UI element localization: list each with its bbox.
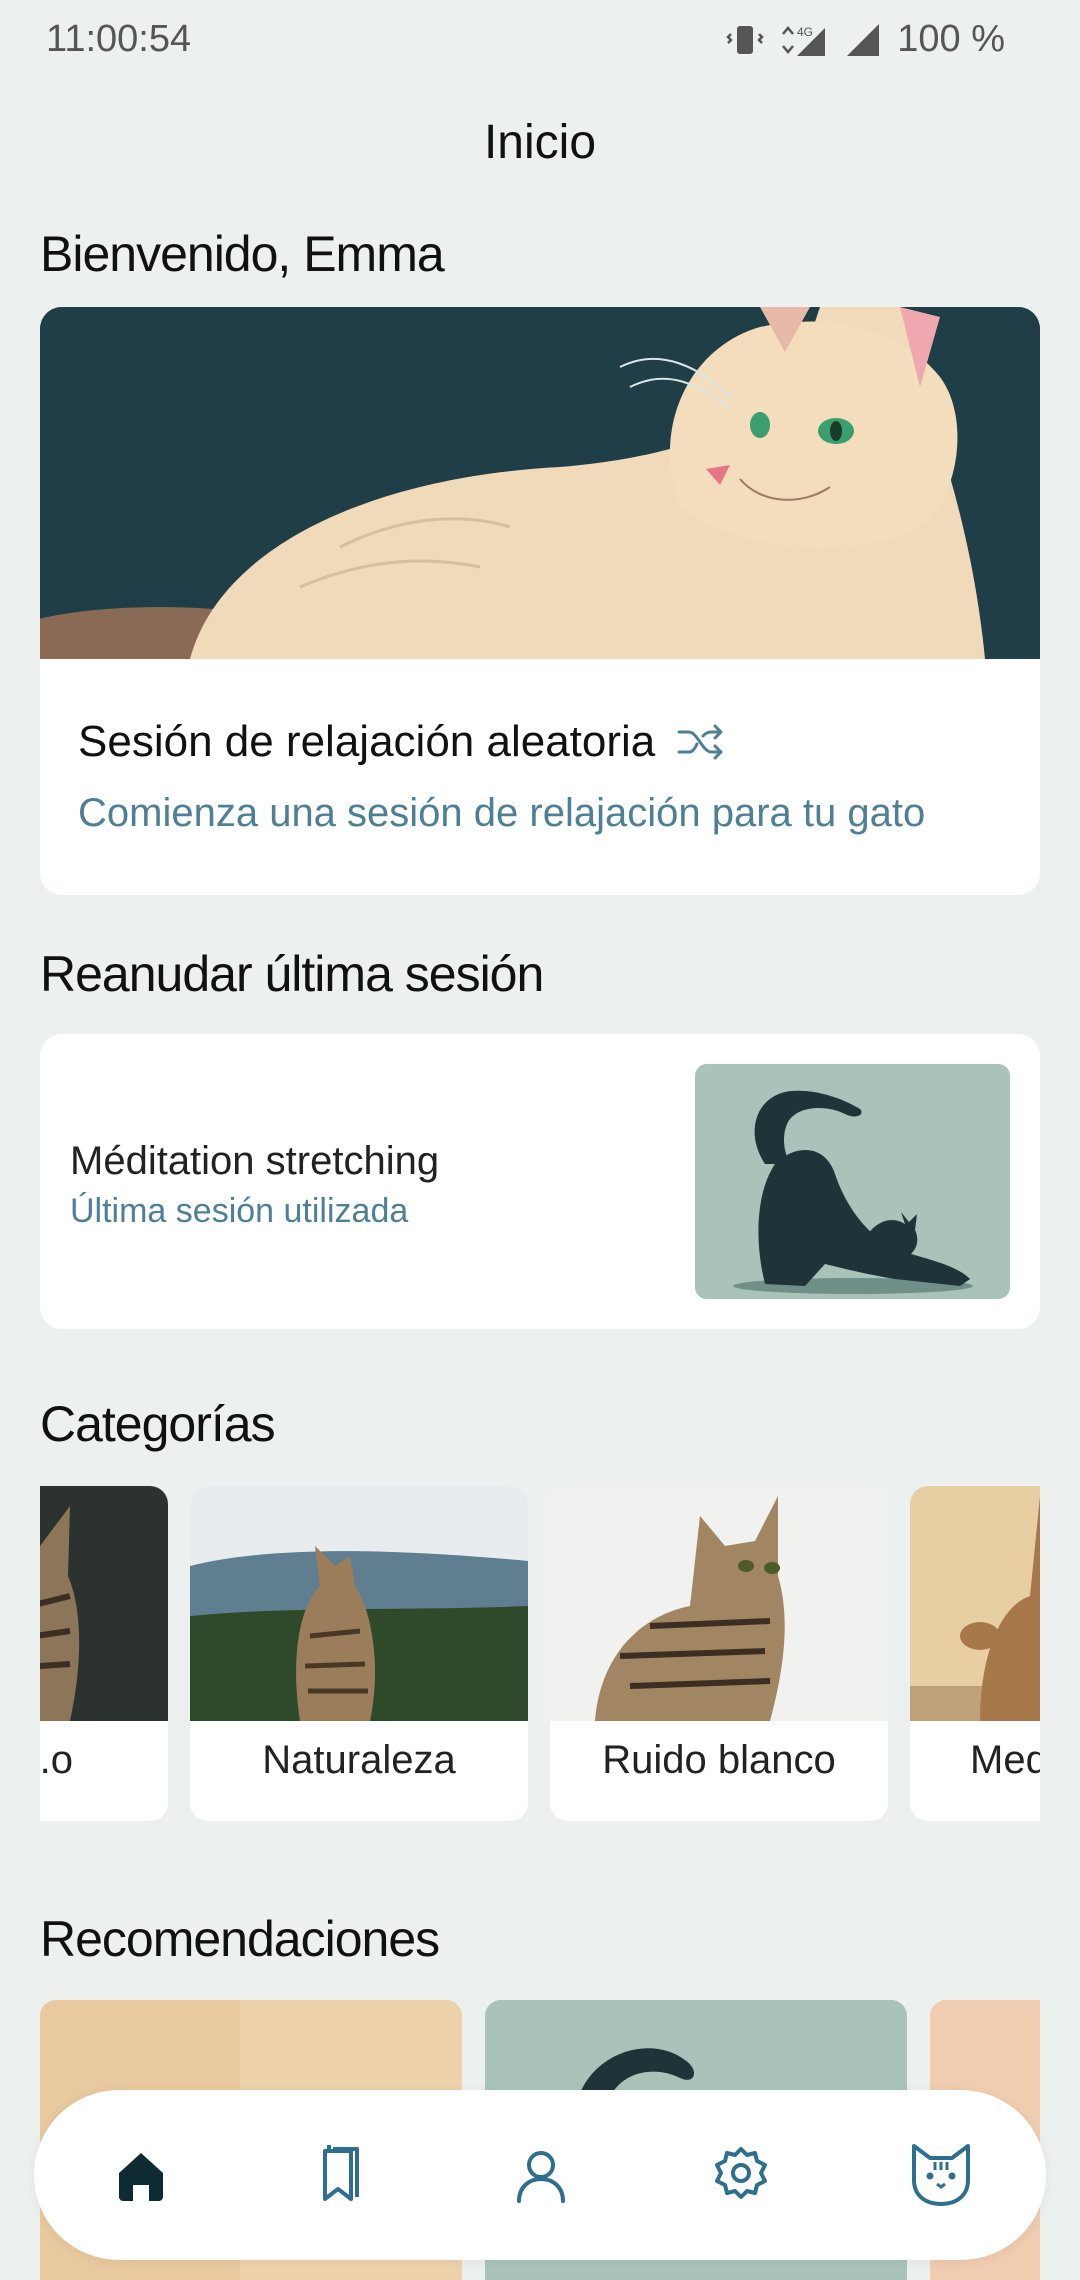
mobile-data-icon: 4G <box>782 25 826 56</box>
resume-heading: Reanudar última sesión <box>40 946 544 1002</box>
category-image-white-noise <box>550 1486 888 1721</box>
hero-subtitle: Comienza una sesión de relajación para t… <box>78 791 926 835</box>
cat-face-icon <box>912 2144 970 2206</box>
nav-bookmarks[interactable] <box>304 2138 378 2212</box>
resume-item-title: Méditation stretching <box>70 1139 440 1183</box>
category-label: Ruido blanco <box>602 1738 836 1782</box>
category-card-ruido-blanco[interactable]: Ruido blanco <box>550 1486 888 1821</box>
page-title: Inicio <box>483 116 597 169</box>
bookmarks-icon <box>323 2145 359 2201</box>
random-session-card[interactable]: Sesión de relajación aleatoria Comienza … <box>40 307 1040 895</box>
category-image-nature <box>190 1486 528 1721</box>
bottom-navigation <box>34 2090 1046 2260</box>
category-card-naturaleza[interactable]: Naturaleza <box>190 1486 528 1821</box>
resume-session-card[interactable]: Méditation stretching Última sesión util… <box>40 1034 1040 1329</box>
stretching-cat-image <box>695 1064 1010 1299</box>
status-icons: 4G 100 % <box>725 18 1005 61</box>
nav-profile[interactable] <box>504 2138 578 2212</box>
hero-title: Sesión de relajación aleatoria <box>78 717 725 767</box>
status-time: 11:00:54 <box>46 18 192 60</box>
recommendations-heading: Recomendaciones <box>40 1911 440 1967</box>
category-card[interactable]: ...o <box>40 1486 168 1821</box>
nav-home[interactable] <box>104 2138 178 2212</box>
battery-percent: 100 % <box>897 18 1005 60</box>
hero-cat-illustration <box>40 307 1040 687</box>
resume-item-subtitle: Última sesión utilizada <box>70 1192 409 1230</box>
category-label: Naturaleza <box>262 1738 456 1782</box>
categories-heading: Categorías <box>40 1396 276 1452</box>
profile-icon <box>517 2151 565 2203</box>
category-image-meditation <box>910 1486 1040 1721</box>
category-label: Med <box>970 1738 1040 1782</box>
signal-icon <box>847 23 880 56</box>
category-card-meditacion[interactable]: Med <box>910 1486 1040 1821</box>
categories-carousel[interactable]: ...o Naturaleza Ruido blanco <box>40 1486 1040 1821</box>
status-bar: 11:00:54 4G 100 % <box>0 0 1080 80</box>
home-icon <box>119 2153 163 2201</box>
settings-icon <box>715 2147 767 2199</box>
welcome-heading: Bienvenido, Emma <box>40 226 445 282</box>
nav-cat[interactable] <box>904 2138 978 2212</box>
nav-settings[interactable] <box>704 2138 778 2212</box>
category-image <box>40 1486 168 1721</box>
vibrate-icon <box>726 25 765 54</box>
category-label: ...o <box>40 1738 73 1782</box>
svg-text:4G: 4G <box>797 25 813 39</box>
shuffle-icon[interactable] <box>677 722 725 762</box>
